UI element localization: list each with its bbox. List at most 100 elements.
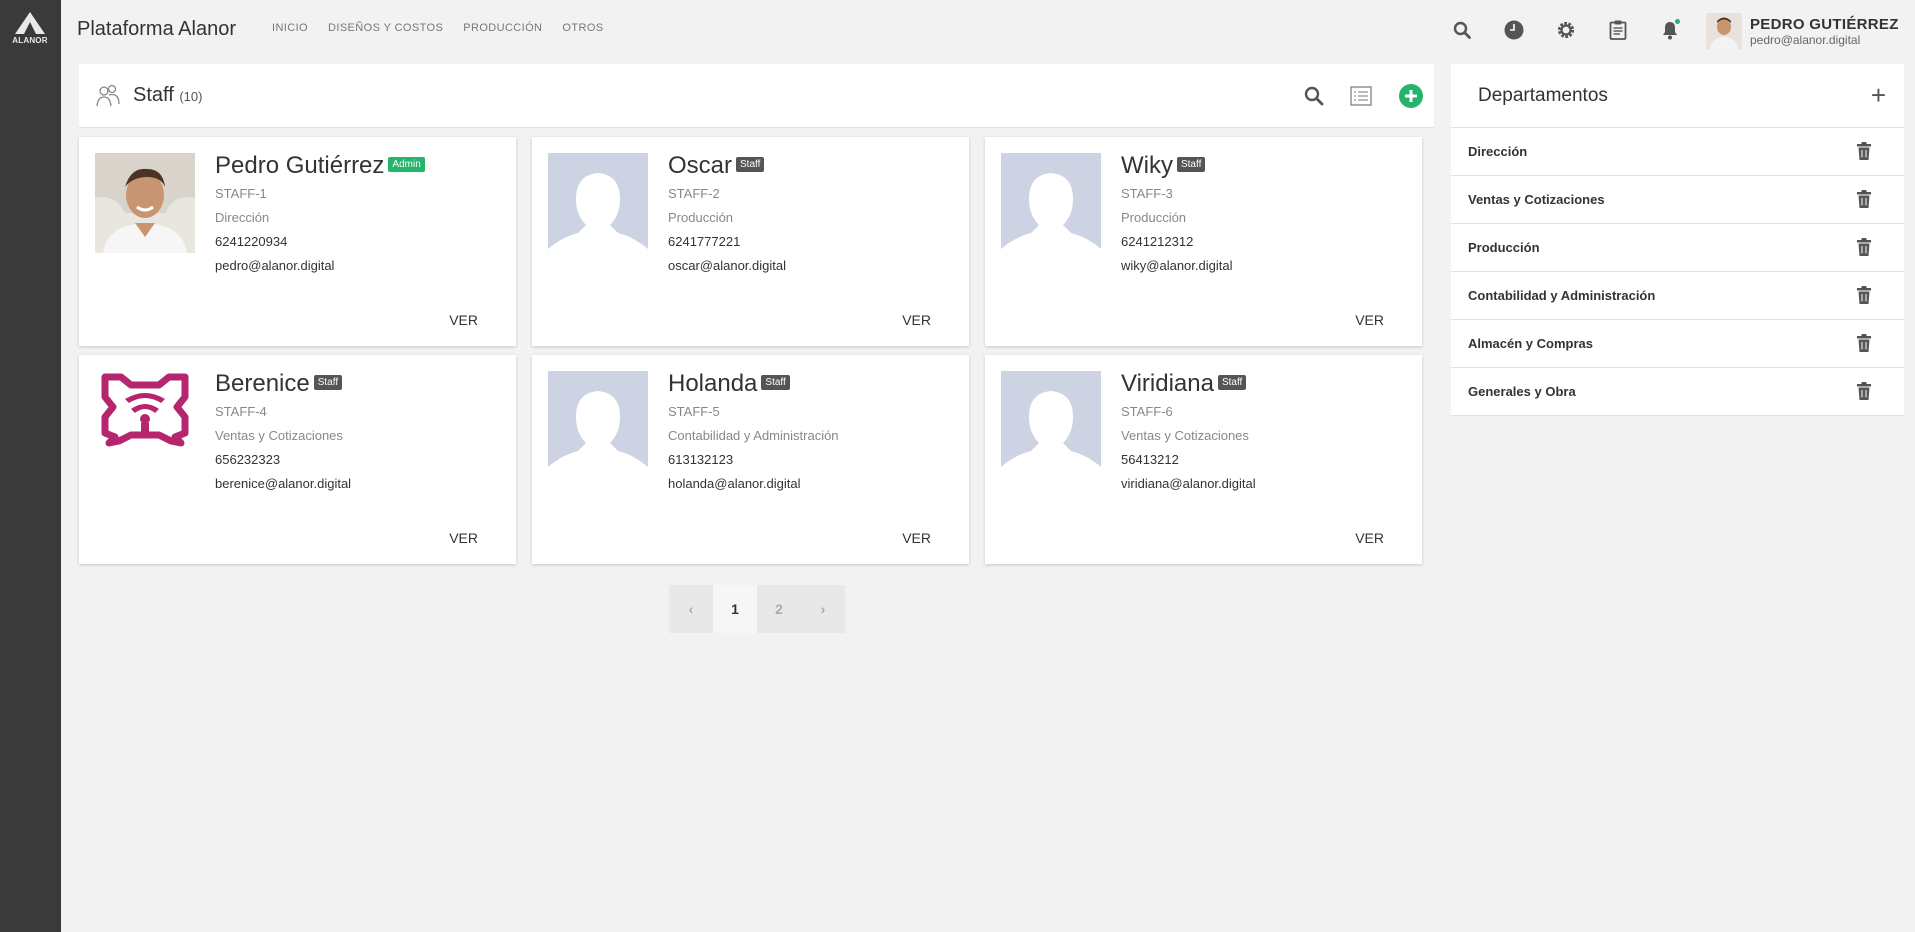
staff-card: Pedro Gutiérrez Admin STAFF-1 Dirección 6…: [79, 137, 516, 346]
staff-card: Berenice Staff STAFF-4 Ventas y Cotizacio…: [79, 355, 516, 564]
department-row[interactable]: Generales y Obra: [1451, 368, 1904, 416]
staff-title: Staff (10): [133, 84, 202, 107]
department-row[interactable]: Almacén y Compras: [1451, 320, 1904, 368]
staff-code: STAFF-4: [215, 404, 267, 419]
bell-icon[interactable]: [1658, 18, 1682, 42]
user-avatar: [1706, 13, 1742, 49]
role-badge: Staff: [736, 156, 765, 172]
nav-item-otros[interactable]: OTROS: [562, 22, 603, 34]
nav-item-produccion[interactable]: PRODUCCIÓN: [463, 22, 542, 34]
avatar-placeholder-icon: [548, 371, 648, 471]
people-icon: [95, 84, 121, 113]
staff-department: Dirección: [215, 210, 270, 225]
trash-icon[interactable]: [1857, 142, 1871, 165]
staff-phone: 656232323: [215, 452, 281, 467]
user-email: pedro@alanor.digital: [1750, 32, 1861, 47]
staff-name: Wiky: [1121, 152, 1173, 179]
pagination: ‹ 1 2 ›: [669, 585, 845, 633]
staff-phone: 613132123: [668, 452, 734, 467]
clock-icon[interactable]: [1502, 18, 1526, 42]
staff-header: Staff (10): [79, 64, 1434, 128]
nav-item-inicio[interactable]: INICIO: [272, 22, 308, 34]
view-staff-button[interactable]: VER: [902, 530, 931, 546]
next-page-button[interactable]: ›: [801, 585, 845, 633]
view-staff-button[interactable]: VER: [902, 312, 931, 328]
departments-header: Departamentos +: [1451, 64, 1904, 128]
department-label: Generales y Obra: [1468, 384, 1576, 399]
view-staff-button[interactable]: VER: [1355, 530, 1384, 546]
trash-icon[interactable]: [1857, 238, 1871, 261]
staff-grid: Pedro Gutiérrez Admin STAFF-1 Dirección 6…: [79, 137, 1422, 564]
avatar-placeholder-icon: [1001, 153, 1101, 253]
staff-search-icon[interactable]: [1304, 86, 1324, 111]
staff-photo: [95, 153, 195, 253]
page-button-2[interactable]: 2: [757, 585, 801, 633]
staff-email: viridiana@alanor.digital: [1121, 476, 1256, 491]
staff-email: pedro@alanor.digital: [215, 258, 335, 273]
staff-department: Contabilidad y Administración: [668, 428, 839, 443]
role-badge: Staff: [313, 374, 343, 390]
staff-department: Producción: [668, 210, 734, 225]
staff-name: Pedro Gutiérrez: [215, 152, 385, 179]
trash-icon[interactable]: [1857, 334, 1871, 357]
staff-phone: 6241212312: [1121, 234, 1194, 249]
trash-icon[interactable]: [1857, 190, 1871, 213]
view-staff-button[interactable]: VER: [1355, 312, 1384, 328]
staff-card: Holanda Staff STAFF-5 Contabilidad y Admi…: [532, 355, 969, 564]
user-menu[interactable]: PEDRO GUTIÉRREZ pedro@alanor.digital: [1706, 13, 1899, 49]
staff-email: berenice@alanor.digital: [215, 476, 352, 491]
main-nav: INICIO DISEÑOS Y COSTOS PRODUCCIÓN OTROS: [272, 22, 604, 34]
departments-panel: Departamentos + Dirección Ventas y Cotiz…: [1451, 64, 1904, 416]
avatar-placeholder-icon: [1001, 371, 1101, 471]
staff-phone: 6241220934: [215, 234, 288, 249]
view-staff-button[interactable]: VER: [449, 530, 478, 546]
role-badge: Staff: [1217, 374, 1247, 390]
view-staff-button[interactable]: VER: [449, 312, 478, 328]
search-icon[interactable]: [1450, 18, 1474, 42]
tiger-logo-icon: [95, 371, 195, 471]
notification-dot: [1675, 19, 1680, 24]
department-row[interactable]: Dirección: [1451, 128, 1904, 176]
department-label: Producción: [1468, 240, 1540, 255]
staff-department: Ventas y Cotizaciones: [1121, 428, 1249, 443]
staff-card: Oscar Staff STAFF-2 Producción 6241777221…: [532, 137, 969, 346]
staff-code: STAFF-3: [1121, 186, 1173, 201]
staff-department: Ventas y Cotizaciones: [215, 428, 343, 443]
brand-logo[interactable]: ALANOR: [8, 12, 52, 52]
prev-page-button[interactable]: ‹: [669, 585, 713, 633]
add-staff-button[interactable]: [1398, 83, 1424, 114]
logo-mark-icon: [15, 12, 45, 34]
clipboard-icon[interactable]: [1606, 18, 1630, 42]
department-row[interactable]: Ventas y Cotizaciones: [1451, 176, 1904, 224]
staff-name: Oscar: [668, 152, 733, 179]
app-title: Plataforma Alanor: [77, 18, 236, 40]
staff-phone: 56413212: [1121, 452, 1179, 467]
staff-code: STAFF-5: [668, 404, 720, 419]
add-department-button[interactable]: +: [1871, 82, 1886, 108]
department-row[interactable]: Producción: [1451, 224, 1904, 272]
trash-icon[interactable]: [1857, 286, 1871, 309]
staff-count: (10): [179, 89, 203, 104]
staff-department: Producción: [1121, 210, 1187, 225]
role-badge: Staff: [1176, 156, 1206, 172]
department-label: Contabilidad y Administración: [1468, 288, 1656, 303]
staff-email: oscar@alanor.digital: [668, 258, 786, 273]
role-badge: Staff: [761, 374, 790, 390]
nav-item-disenos-y-costos[interactable]: DISEÑOS Y COSTOS: [328, 22, 443, 34]
page-button-1[interactable]: 1: [713, 585, 757, 633]
gear-icon[interactable]: [1554, 18, 1578, 42]
list-view-icon[interactable]: [1350, 86, 1372, 111]
staff-code: STAFF-6: [1121, 404, 1173, 419]
staff-title-label: Staff: [133, 84, 174, 106]
staff-email: wiky@alanor.digital: [1121, 258, 1233, 273]
role-badge: Admin: [388, 156, 425, 172]
staff-email: holanda@alanor.digital: [668, 476, 801, 491]
staff-phone: 6241777221: [668, 234, 741, 249]
staff-actions: [1304, 83, 1424, 114]
left-rail: ALANOR: [0, 0, 61, 932]
department-label: Almacén y Compras: [1468, 336, 1593, 351]
staff-name: Holanda: [668, 370, 758, 397]
trash-icon[interactable]: [1857, 382, 1871, 405]
department-row[interactable]: Contabilidad y Administración: [1451, 272, 1904, 320]
staff-card: Wiky Staff STAFF-3 Producción 6241212312 …: [985, 137, 1422, 346]
